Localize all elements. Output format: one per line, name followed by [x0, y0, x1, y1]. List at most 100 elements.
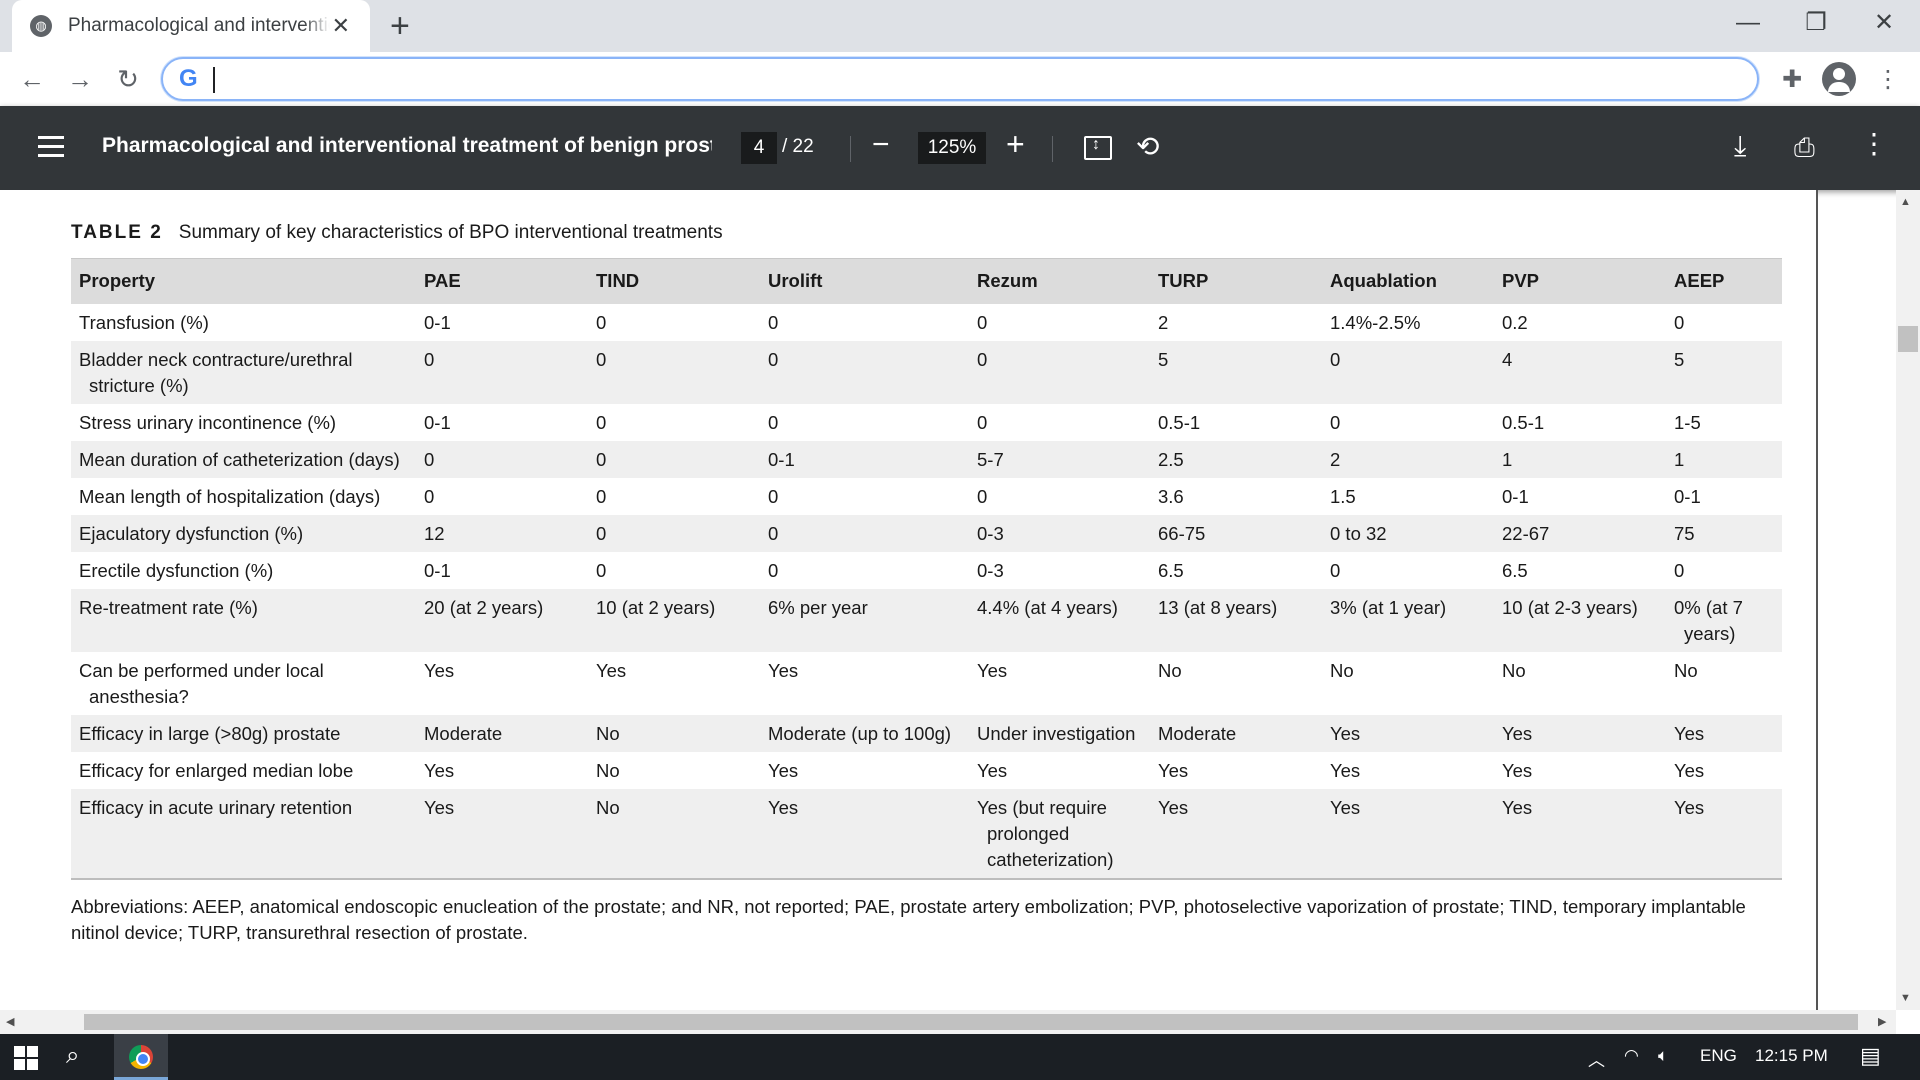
chrome-menu-icon[interactable]: ⋮ — [1870, 62, 1906, 98]
table-cell: 1 — [1494, 440, 1666, 478]
forward-icon[interactable]: → — [62, 61, 98, 97]
scroll-left-icon[interactable]: ◀ — [6, 1015, 14, 1028]
more-icon[interactable]: ⋮ — [1860, 130, 1888, 158]
page-total: / 22 — [782, 136, 814, 157]
table-cell: Moderate (up to 100g) — [760, 714, 969, 752]
table-cell: 6.5 — [1150, 552, 1322, 589]
column-header: Rezum — [969, 258, 1150, 304]
cell-text: 0 — [768, 559, 779, 581]
row-label-cell: Stress urinary incontinence (%) — [71, 404, 416, 441]
maximize-button[interactable]: ❐ — [1786, 6, 1846, 40]
table-cell: 0 — [588, 514, 760, 552]
table-cell: Yes — [1150, 788, 1322, 880]
browser-tab[interactable]: ◍ Pharmacological and interventional tre… — [12, 0, 370, 52]
cell-text: 0 — [596, 522, 607, 544]
fit-page-icon[interactable] — [1084, 136, 1112, 160]
table-cell: 1.5 — [1322, 478, 1494, 515]
zoom-level-input[interactable]: 125% — [918, 132, 986, 164]
show-hidden-icons-icon[interactable]: ︿ — [1588, 1046, 1605, 1071]
cell-text: 0 — [596, 311, 607, 333]
windows-start-icon[interactable] — [14, 1046, 38, 1070]
vertical-scroll-thumb[interactable] — [1898, 326, 1918, 352]
rotate-icon[interactable]: ⟲ — [1136, 130, 1159, 163]
table-cell: 0-1 — [1666, 478, 1782, 515]
table-cell: 1-5 — [1666, 404, 1782, 441]
cell-text: Yes — [424, 759, 455, 781]
zoom-in-button[interactable]: + — [1006, 126, 1025, 163]
scroll-right-icon[interactable]: ▶ — [1878, 1015, 1886, 1028]
cell-text: Yes — [1330, 759, 1361, 781]
table-cell: 0-3 — [969, 552, 1150, 589]
table-cell: 0 — [760, 478, 969, 515]
cell-text: Yes — [596, 659, 627, 681]
reload-icon[interactable]: ↻ — [110, 61, 146, 97]
tab-strip: ◍ Pharmacological and interventional tre… — [0, 0, 1920, 52]
table-cell: No — [588, 788, 760, 880]
pdf-toolbar: Pharmacological and interventional treat… — [0, 106, 1920, 190]
zoom-out-button[interactable]: − — [872, 128, 890, 162]
row-label-cell: Re-treatment rate (%) — [71, 588, 416, 652]
globe-icon: ◍ — [30, 15, 52, 37]
table-cell: Moderate — [1150, 714, 1322, 752]
extensions-icon[interactable]: ✚ — [1774, 62, 1810, 98]
cell-text: Yes — [1502, 796, 1533, 818]
download-icon[interactable]: ⤓ — [1734, 130, 1746, 163]
scroll-up-icon[interactable]: ▲ — [1900, 196, 1911, 208]
clock[interactable]: 12:15 PM — [1755, 1046, 1828, 1066]
cell-text: 1.5 — [1330, 485, 1356, 507]
row-label-cell: Bladder neck contracture/urethral strict… — [71, 340, 416, 404]
cell-text: Efficacy in large (>80g) prostate — [79, 722, 341, 744]
horizontal-scroll-thumb[interactable] — [84, 1014, 1858, 1030]
table-cell: 0-1 — [1494, 478, 1666, 515]
minimize-button[interactable]: — — [1718, 6, 1778, 40]
table-cell: No — [1666, 652, 1782, 715]
google-icon: G — [179, 65, 198, 92]
cell-text: 0 — [768, 522, 779, 544]
table-header-row: Property PAE TIND Urolift Rezum TURP Aqu… — [71, 258, 1782, 304]
close-window-button[interactable]: ✕ — [1854, 6, 1914, 40]
table-cell: 6% per year — [760, 588, 969, 652]
address-bar[interactable]: G — [161, 57, 1759, 101]
scroll-down-icon[interactable]: ▼ — [1900, 992, 1911, 1004]
search-icon[interactable]: ⌕ — [66, 1042, 79, 1070]
cell-text: 12 — [424, 522, 445, 544]
table-cell: 10 (at 2-3 years) — [1494, 588, 1666, 652]
print-icon[interactable]: ⎙ — [1794, 132, 1815, 164]
table-cell: 0 — [1322, 404, 1494, 441]
cell-text: 1-5 — [1674, 411, 1701, 433]
cell-text: Yes — [1158, 796, 1189, 818]
cell-text: 0 — [596, 348, 607, 370]
table-cell: 5 — [1666, 340, 1782, 404]
cell-text: 0 — [596, 411, 607, 433]
table-cell: Yes — [588, 652, 760, 715]
table-cell: 22-67 — [1494, 514, 1666, 552]
cell-text: Yes — [424, 796, 455, 818]
notification-icon[interactable]: ▤ — [1860, 1043, 1881, 1069]
cell-text: 3% (at 1 year) — [1330, 596, 1447, 618]
chrome-taskbar-button[interactable] — [114, 1034, 168, 1080]
table-cell: 0.5-1 — [1494, 404, 1666, 441]
table-cell: Yes — [416, 652, 588, 715]
table-cell: 2.5 — [1150, 440, 1322, 478]
cell-text: No — [596, 796, 620, 818]
table-cell: Yes (but require prolonged catheterizati… — [969, 788, 1150, 880]
language-indicator[interactable]: ENG — [1700, 1046, 1737, 1066]
cell-text: No — [596, 722, 620, 744]
table-cell: 0 — [1322, 340, 1494, 404]
vertical-scrollbar[interactable] — [1896, 190, 1920, 1010]
cell-text: No — [1158, 659, 1182, 681]
cell-text: 0 — [1674, 559, 1685, 581]
new-tab-button[interactable]: + — [390, 8, 410, 44]
table-cell: Yes — [1494, 788, 1666, 880]
back-icon[interactable]: ← — [14, 61, 50, 97]
volume-icon[interactable]: 🔈︎ — [1658, 1046, 1668, 1066]
table-cell: 0 — [969, 478, 1150, 515]
profile-icon[interactable] — [1822, 62, 1856, 96]
menu-icon[interactable] — [38, 136, 64, 158]
network-icon[interactable]: ◠ — [1624, 1046, 1639, 1066]
cell-text: 0 — [977, 348, 988, 370]
tab-close-button[interactable]: ✕ — [332, 13, 350, 39]
table-cell: Yes — [1494, 752, 1666, 789]
table-row: Can be performed under local anesthesia?… — [71, 652, 1782, 715]
page-number-input[interactable]: 4 — [741, 132, 777, 164]
